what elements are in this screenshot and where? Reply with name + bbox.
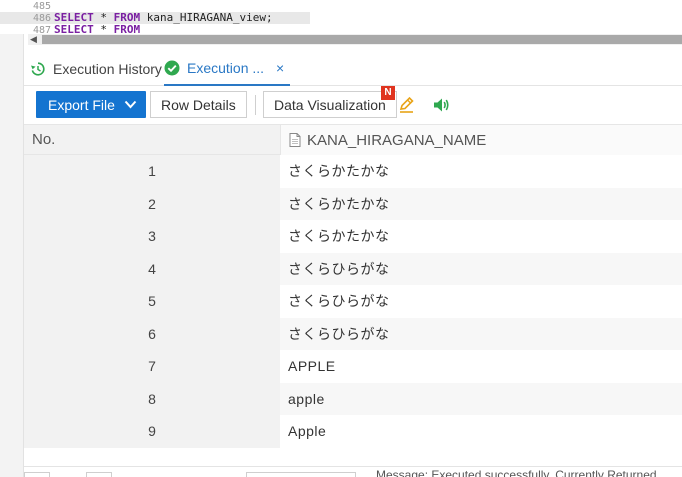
editor-line: 485: [0, 0, 54, 12]
export-file-button[interactable]: Export File: [36, 91, 146, 118]
name-cell[interactable]: さくらかたかな: [280, 187, 682, 220]
row-number-cell: 4: [24, 252, 280, 285]
table-row[interactable]: 7 APPLE: [24, 350, 682, 383]
grid-rows: 1 さくらかたかな 2 さくらかたかな 3 さくらかたかな 4 さくらひらがな 5 さくら…: [24, 155, 682, 448]
row-number: 5: [148, 293, 156, 309]
line-number: 487: [33, 25, 52, 34]
grid-header: No. KANA_HIRAGANA_NAME: [24, 124, 682, 155]
history-icon: [31, 62, 45, 76]
status-bar: Message: Executed successfully. Currentl…: [24, 466, 682, 477]
scrollbar-thumb[interactable]: [42, 35, 682, 44]
row-number: 7: [148, 358, 156, 374]
row-number: 9: [148, 423, 156, 439]
sql-text: kana_HIRAGANA_view;: [140, 11, 273, 24]
export-file-label: Export File: [48, 96, 115, 113]
tab-label: Execution ...: [187, 60, 265, 76]
left-gutter-panel: [0, 34, 24, 477]
row-number-cell: 1: [24, 155, 280, 188]
sql-keyword: SELECT: [54, 23, 94, 35]
document-icon: [289, 133, 301, 147]
table-row[interactable]: 6 さくらひらがな: [24, 317, 682, 350]
table-row[interactable]: 9 Apple: [24, 415, 682, 448]
name-cell[interactable]: apple: [280, 382, 682, 415]
row-number-cell: 8: [24, 382, 280, 415]
name-cell[interactable]: さくらひらがな: [280, 252, 682, 285]
sql-keyword: FROM: [113, 23, 141, 35]
row-number: 6: [148, 325, 156, 342]
tab-execution-history[interactable]: Execution History: [30, 52, 162, 86]
pager-control[interactable]: [86, 472, 112, 477]
toolbar-divider: [255, 95, 256, 115]
speaker-icon[interactable]: [432, 96, 450, 114]
close-icon[interactable]: ×: [276, 60, 284, 76]
column-header-label: KANA_HIRAGANA_NAME: [307, 131, 487, 149]
column-header-no[interactable]: No.: [32, 125, 55, 155]
pager-control[interactable]: [24, 472, 50, 477]
status-message: Message: Executed successfully. Currentl…: [376, 468, 657, 477]
row-number-cell: 9: [24, 415, 280, 448]
data-visualization-button[interactable]: Data Visualization: [263, 91, 397, 118]
name-cell[interactable]: APPLE: [280, 350, 682, 383]
row-details-button[interactable]: Row Details: [150, 91, 247, 118]
name-cell[interactable]: さくらひらがな: [280, 317, 682, 350]
tab-execution-result[interactable]: Execution ... ×: [164, 52, 291, 86]
table-row[interactable]: 8 apple: [24, 382, 682, 415]
editor-line-selected: 486 SELECT * FROM kana_HIRAGANA_view;: [0, 12, 310, 24]
row-number-cell: 2: [24, 187, 280, 220]
name-cell[interactable]: さくらひらがな: [280, 285, 682, 318]
new-badge: N: [381, 86, 395, 100]
result-toolbar: Export File Row Details Data Visualizati…: [24, 86, 682, 122]
row-number-cell: 5: [24, 285, 280, 318]
row-number: 8: [148, 390, 156, 407]
name-cell[interactable]: さくらかたかな: [280, 220, 682, 253]
row-number: 3: [148, 228, 156, 244]
name-cell[interactable]: Apple: [280, 415, 682, 448]
check-circle-icon: [164, 60, 180, 76]
name-cell[interactable]: さくらかたかな: [280, 155, 682, 188]
row-number: 1: [148, 163, 156, 179]
table-row[interactable]: 3 さくらかたかな: [24, 220, 682, 253]
sql-editor[interactable]: 485 486 SELECT * FROM kana_HIRAGANA_view;…: [0, 0, 682, 34]
row-number: 4: [148, 260, 156, 277]
editor-horizontal-scrollbar[interactable]: ◀: [28, 34, 682, 45]
result-tabs: Execution History Execution ... ×: [24, 52, 682, 86]
table-row[interactable]: 1 さくらかたかな: [24, 155, 682, 188]
sql-text: *: [93, 23, 114, 35]
row-number-cell: 6: [24, 317, 280, 350]
row-number: 2: [148, 195, 156, 212]
pencil-chart-icon[interactable]: [398, 96, 416, 114]
editor-line: 487 SELECT * FROM: [0, 23, 141, 35]
table-row[interactable]: 2 さくらかたかな: [24, 187, 682, 220]
row-number-cell: 7: [24, 350, 280, 383]
table-row[interactable]: 5 さくらひらがな: [24, 285, 682, 318]
column-header-name[interactable]: KANA_HIRAGANA_NAME: [280, 125, 682, 155]
row-number-cell: 3: [24, 220, 280, 253]
tab-label: Execution History: [53, 61, 162, 77]
pager-input[interactable]: [246, 472, 356, 477]
scroll-left-arrow-icon[interactable]: ◀: [30, 34, 37, 45]
chevron-down-icon: [124, 100, 137, 109]
table-row[interactable]: 4 さくらひらがな: [24, 252, 682, 285]
